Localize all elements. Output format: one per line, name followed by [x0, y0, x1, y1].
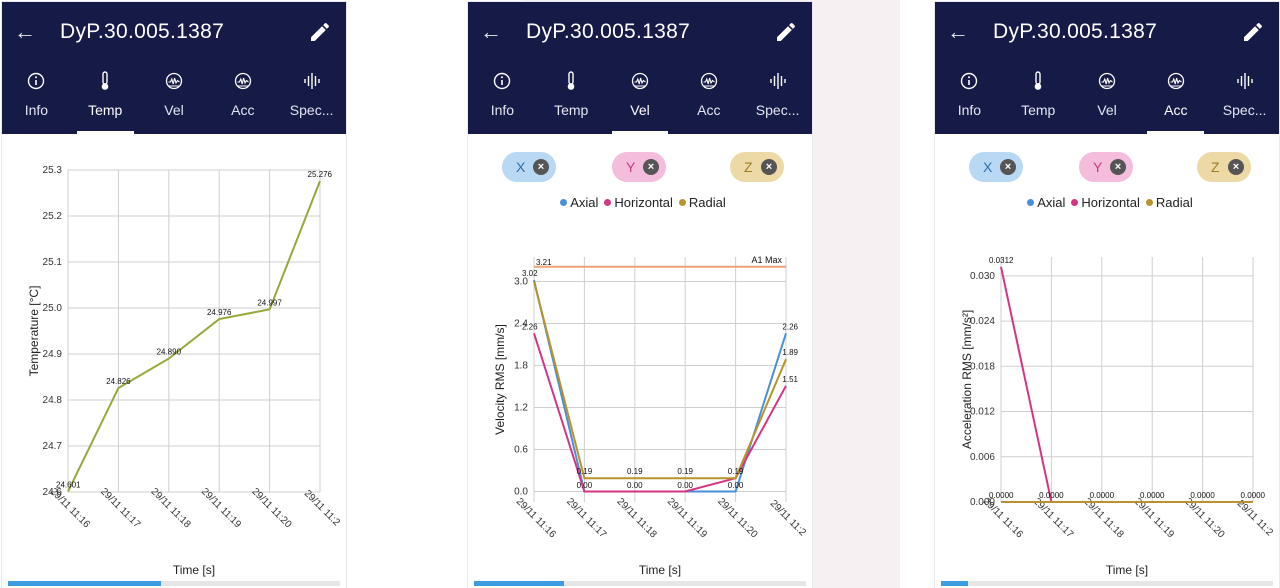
y-tick-label: 24.9: [43, 349, 63, 360]
data-label: 0.19: [577, 467, 593, 476]
data-label: 0.00: [627, 481, 643, 490]
x-tick-label: 29/11 11:18: [615, 496, 659, 540]
y-tick-label: 0.030: [970, 271, 995, 282]
x-tick-label: 29/11 11:17: [564, 496, 608, 540]
y-axis-label: Velocity RMS [mm/s]: [493, 324, 507, 435]
data-label: 0.19: [677, 467, 693, 476]
data-label: 25.276: [308, 170, 333, 179]
x-tick-label: 29/11 11:17: [98, 486, 142, 530]
data-label: 0.0000: [1090, 491, 1115, 500]
x-tick-label: 29/11 11:18: [149, 486, 193, 530]
data-label: 0.00: [577, 481, 593, 490]
data-label: 0.0000: [1241, 491, 1266, 500]
limit-value-label: 3.21: [536, 258, 552, 267]
x-tick-label: 29/11 11:20: [715, 496, 759, 540]
data-label: 3.02: [522, 269, 538, 278]
scroll-progress-bar: [941, 581, 1273, 586]
y-axis-label: Acceleration RMS [mm/s²]: [960, 310, 974, 449]
data-label: 0.0000: [1190, 491, 1215, 500]
data-label: 1.89: [782, 348, 798, 357]
velocity-chart: 0.00.61.21.82.43.029/11 11:16 29/11 11:17…: [493, 255, 808, 577]
y-tick-label: 3.0: [514, 277, 528, 288]
y-axis-label: Temperature [°C]: [27, 286, 41, 377]
x-tick-label: 29/11 11:19: [665, 496, 709, 540]
scroll-progress-bar: [8, 581, 340, 586]
temperature-chart: 24.624.724.824.925.025.125.225.329/11 11…: [27, 165, 342, 577]
screen-acceleration: ← DyP.30.005.1387 Info Temp Vel Acc Spec... …: [935, 2, 1279, 588]
data-label: 24.826: [106, 377, 131, 386]
x-tick-label: 29/11 11:2: [768, 498, 808, 538]
series-line-axial: [533, 279, 787, 493]
data-label: 24.976: [207, 308, 232, 317]
y-tick-label: 25.0: [43, 303, 63, 314]
x-axis-label: Time [s]: [173, 563, 215, 577]
data-label: 0.0000: [1039, 491, 1064, 500]
data-label: 0.00: [728, 481, 744, 490]
y-tick-label: 25.1: [43, 257, 63, 268]
limit-label: A1 Max: [751, 255, 782, 265]
series-line-horizontal: [533, 332, 787, 493]
data-label: 0.0000: [1140, 491, 1165, 500]
data-label: 0.00: [677, 481, 693, 490]
data-label: 24.601: [56, 481, 81, 490]
y-tick-label: 1.2: [514, 403, 528, 414]
x-tick-label: 29/11 11:20: [249, 486, 293, 530]
x-tick-label: 29/11 11:16: [514, 496, 558, 540]
screen-temperature: ← DyP.30.005.1387 Info Temp Vel Acc Spec... …: [2, 2, 346, 588]
data-label: 2.26: [522, 322, 538, 331]
x-tick-label: 29/11 11:2: [1235, 498, 1275, 538]
data-label: 1.51: [782, 375, 798, 384]
x-tick-label: 29/11 11:16: [48, 486, 92, 530]
y-tick-label: 0.006: [970, 452, 995, 463]
y-tick-label: 25.3: [43, 165, 63, 176]
data-label: 24.997: [257, 298, 282, 307]
data-label: 0.0000: [989, 491, 1014, 500]
x-tick-label: 29/11 11:2: [302, 488, 342, 528]
x-tick-label: 29/11 11:19: [199, 486, 243, 530]
data-label: 0.0312: [989, 256, 1014, 265]
x-axis-label: Time [s]: [639, 563, 681, 577]
screen-velocity: ← DyP.30.005.1387 Info Temp Vel Acc Spec... …: [468, 2, 812, 588]
scroll-progress-bar: [474, 581, 806, 586]
data-label: 0.19: [627, 467, 643, 476]
data-label: 0.19: [728, 467, 744, 476]
y-tick-label: 24.7: [43, 441, 63, 452]
x-axis-label: Time [s]: [1106, 563, 1148, 577]
y-tick-label: 24.8: [43, 395, 63, 406]
y-tick-label: 1.8: [514, 361, 528, 372]
series-line-temperature: [67, 180, 321, 492]
data-label: 2.26: [782, 322, 798, 331]
y-tick-label: 0.6: [514, 445, 528, 456]
acceleration-chart: 0.0000.0060.0120.0180.0240.03029/11 11:1…: [960, 256, 1275, 577]
series-line-horizontal: [1000, 266, 1253, 503]
data-label: 24.890: [157, 348, 182, 357]
y-tick-label: 25.2: [43, 211, 63, 222]
